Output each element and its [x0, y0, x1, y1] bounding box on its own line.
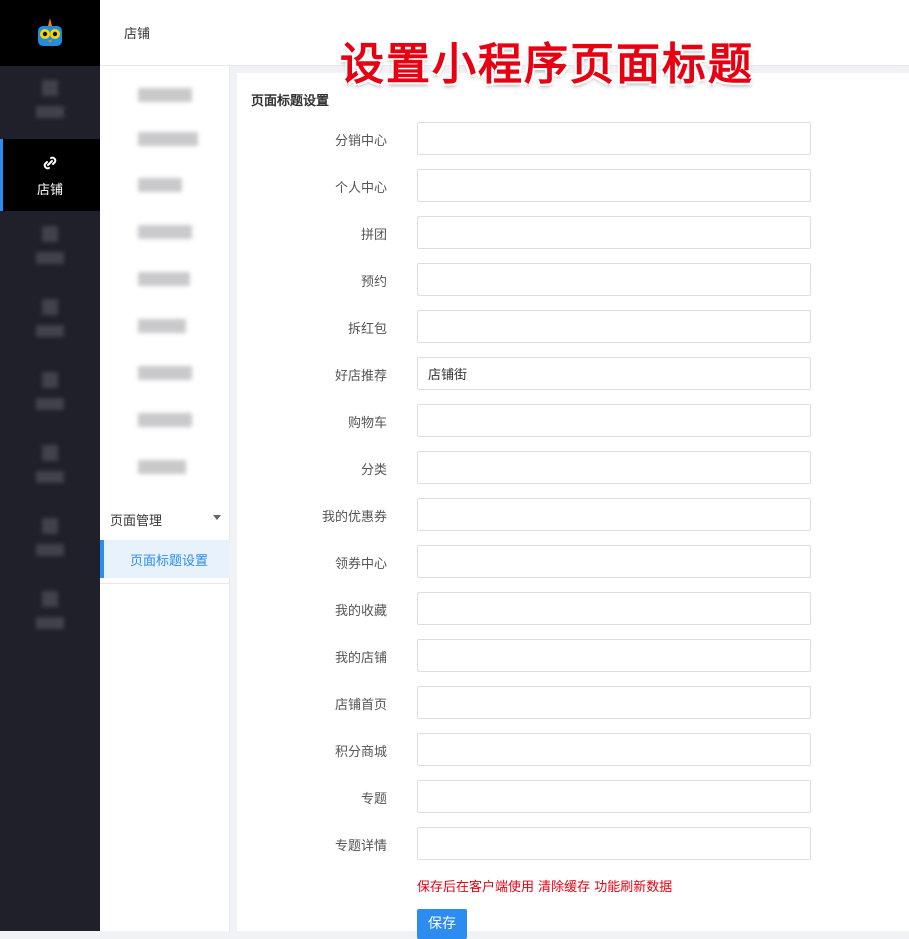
form-row: 我的优惠券 [237, 498, 909, 532]
rail-item-label: 店铺 [36, 183, 63, 198]
form-row: 专题详情 [237, 827, 909, 861]
subnav-group-page-management[interactable]: 页面管理 [100, 498, 230, 538]
rail-item-4[interactable] [0, 285, 100, 357]
form-row: 好店推荐 [237, 357, 909, 391]
rail-item-6[interactable] [0, 431, 100, 503]
title-input[interactable] [417, 263, 811, 296]
cache-note: 保存后在客户端使用 清除缓存 功能刷新数据 [417, 880, 673, 895]
subnav-item-blurred[interactable] [138, 460, 186, 474]
rail-item-8[interactable] [0, 577, 100, 649]
form-row: 购物车 [237, 404, 909, 438]
rail-item-1[interactable] [0, 66, 100, 138]
rail-item-3[interactable] [0, 212, 100, 284]
form-row: 个人中心 [237, 169, 909, 203]
field-label: 分销中心 [334, 134, 387, 149]
field-label: 我的收藏 [334, 604, 387, 619]
subnav-item-label: 页面标题设置 [130, 554, 209, 569]
form-row: 分销中心 [237, 122, 909, 156]
title-input[interactable] [417, 310, 811, 343]
field-label: 领券中心 [334, 557, 387, 572]
app-logo[interactable] [0, 0, 100, 66]
title-input[interactable] [417, 827, 811, 860]
title-input[interactable] [417, 545, 811, 578]
subnav-item-blurred[interactable] [138, 225, 192, 239]
title-input[interactable] [417, 498, 811, 531]
title-input[interactable] [417, 357, 811, 390]
save-button[interactable]: 保存 [417, 909, 467, 939]
main-nav-rail: 店铺 [0, 0, 100, 931]
subnav-item-blurred[interactable] [138, 413, 192, 427]
title-input[interactable] [417, 122, 811, 155]
subnav-item-blurred[interactable] [138, 88, 192, 102]
form-row: 我的店铺 [237, 639, 909, 673]
subnav-item-page-title-settings[interactable]: 页面标题设置 [100, 540, 230, 578]
title-input[interactable] [417, 592, 811, 625]
owl-logo-icon [38, 18, 62, 46]
field-label: 积分商城 [334, 745, 387, 760]
title-input[interactable] [417, 216, 811, 249]
title-input[interactable] [417, 404, 811, 437]
field-label: 我的优惠券 [321, 510, 387, 525]
main-panel: 页面标题设置 分销中心个人中心拼团预约拆红包好店推荐购物车分类我的优惠券领券中心… [237, 73, 909, 939]
field-label: 专题 [360, 792, 387, 807]
divider [100, 583, 230, 584]
link-icon [43, 156, 57, 170]
field-label: 分类 [360, 463, 387, 478]
title-input[interactable] [417, 169, 811, 202]
field-label: 个人中心 [334, 181, 387, 196]
overlay-banner-title: 设置小程序页面标题 [340, 39, 754, 90]
form-row: 我的收藏 [237, 592, 909, 626]
form-row: 店铺首页 [237, 686, 909, 720]
subnav-item-blurred[interactable] [138, 319, 186, 333]
panel-title: 页面标题设置 [251, 94, 330, 109]
form-row: 拼团 [237, 216, 909, 250]
title-input[interactable] [417, 780, 811, 813]
form-row: 预约 [237, 263, 909, 297]
subnav-item-blurred[interactable] [138, 132, 198, 146]
field-label: 拆红包 [347, 322, 387, 337]
field-label: 我的店铺 [334, 651, 387, 666]
field-label: 预约 [360, 275, 387, 290]
subnav-item-blurred[interactable] [138, 178, 182, 192]
rail-item-store[interactable]: 店铺 [0, 139, 100, 211]
title-input[interactable] [417, 451, 811, 484]
title-input[interactable] [417, 686, 811, 719]
title-input[interactable] [417, 733, 811, 766]
form-row: 分类 [237, 451, 909, 485]
title-input[interactable] [417, 639, 811, 672]
form-row: 领券中心 [237, 545, 909, 579]
subnav-item-blurred[interactable] [138, 366, 192, 380]
subnav-item-blurred[interactable] [138, 272, 190, 286]
breadcrumb[interactable]: 店铺 [124, 23, 150, 42]
form-row: 积分商城 [237, 733, 909, 767]
caret-down-icon [213, 515, 221, 520]
rail-item-7[interactable] [0, 504, 100, 576]
subnav-group-label: 页面管理 [110, 514, 163, 529]
field-label: 拼团 [360, 228, 387, 243]
form-row: 拆红包 [237, 310, 909, 344]
field-label: 购物车 [347, 416, 387, 431]
field-label: 店铺首页 [334, 698, 387, 713]
field-label: 专题详情 [334, 839, 387, 854]
field-label: 好店推荐 [334, 369, 387, 384]
rail-item-5[interactable] [0, 358, 100, 430]
sub-sidebar: 页面管理 页面标题设置 [100, 66, 230, 931]
form-row: 专题 [237, 780, 909, 814]
